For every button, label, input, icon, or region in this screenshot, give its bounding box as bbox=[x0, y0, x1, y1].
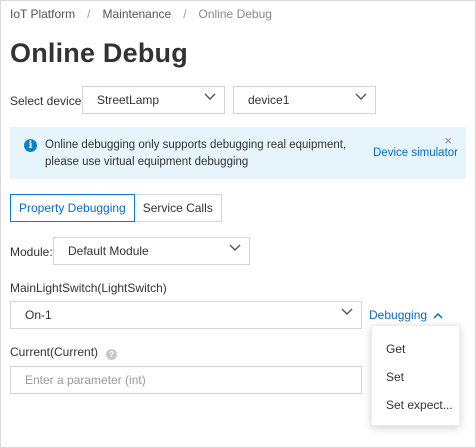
chevron-down-icon bbox=[355, 93, 367, 103]
select-device-label: Select device: bbox=[10, 94, 85, 108]
main-light-switch-value: On-1 bbox=[25, 308, 52, 322]
breadcrumb-separator: / bbox=[183, 7, 187, 21]
tab-property-debugging[interactable]: Property Debugging bbox=[10, 194, 135, 222]
product-select[interactable]: StreetLamp bbox=[82, 86, 225, 114]
module-select[interactable]: Default Module bbox=[53, 237, 250, 265]
tab-service-calls[interactable]: Service Calls bbox=[133, 194, 222, 222]
help-icon[interactable]: ? bbox=[106, 349, 118, 360]
device-select[interactable]: device1 bbox=[233, 86, 376, 114]
chevron-down-icon bbox=[341, 308, 353, 318]
chevron-up-icon bbox=[433, 308, 443, 322]
current-input-placeholder: Enter a parameter (int) bbox=[25, 373, 146, 387]
breadcrumb: IoT Platform / Maintenance / Online Debu… bbox=[10, 7, 272, 21]
info-alert: i Online debugging only supports debuggi… bbox=[10, 127, 466, 179]
product-select-value: StreetLamp bbox=[97, 93, 160, 107]
breadcrumb-separator: / bbox=[87, 7, 91, 21]
menu-item-get[interactable]: Get bbox=[386, 342, 405, 356]
module-label: Module: bbox=[10, 245, 53, 259]
menu-item-set[interactable]: Set bbox=[386, 370, 404, 384]
device-simulator-link[interactable]: Device simulator bbox=[373, 147, 458, 159]
breadcrumb-maintenance[interactable]: Maintenance bbox=[102, 7, 171, 21]
chevron-down-icon bbox=[229, 244, 241, 254]
current-input[interactable]: Enter a parameter (int) bbox=[10, 366, 362, 394]
current-label: Current(Current) bbox=[10, 345, 99, 359]
breadcrumb-iot-platform[interactable]: IoT Platform bbox=[10, 7, 75, 21]
current-label-row: Current(Current)? bbox=[10, 345, 118, 360]
debug-dropdown-menu: Get Set Set expect... bbox=[371, 325, 460, 426]
device-select-value: device1 bbox=[248, 93, 290, 107]
close-icon[interactable]: × bbox=[444, 134, 452, 147]
menu-item-set-expect[interactable]: Set expect... bbox=[386, 398, 453, 412]
debug-tabs: Property Debugging Service Calls bbox=[10, 194, 222, 222]
info-icon: i bbox=[24, 139, 37, 152]
alert-message: Online debugging only supports debugging… bbox=[45, 139, 347, 168]
chevron-down-icon bbox=[204, 93, 216, 103]
page-title: Online Debug bbox=[10, 38, 188, 68]
breadcrumb-current: Online Debug bbox=[198, 7, 272, 21]
module-select-value: Default Module bbox=[68, 244, 149, 258]
debugging-button[interactable]: Debugging bbox=[369, 308, 443, 322]
main-light-switch-label: MainLightSwitch(LightSwitch) bbox=[10, 281, 167, 295]
debugging-label: Debugging bbox=[369, 308, 428, 322]
main-light-switch-select[interactable]: On-1 bbox=[10, 301, 362, 329]
